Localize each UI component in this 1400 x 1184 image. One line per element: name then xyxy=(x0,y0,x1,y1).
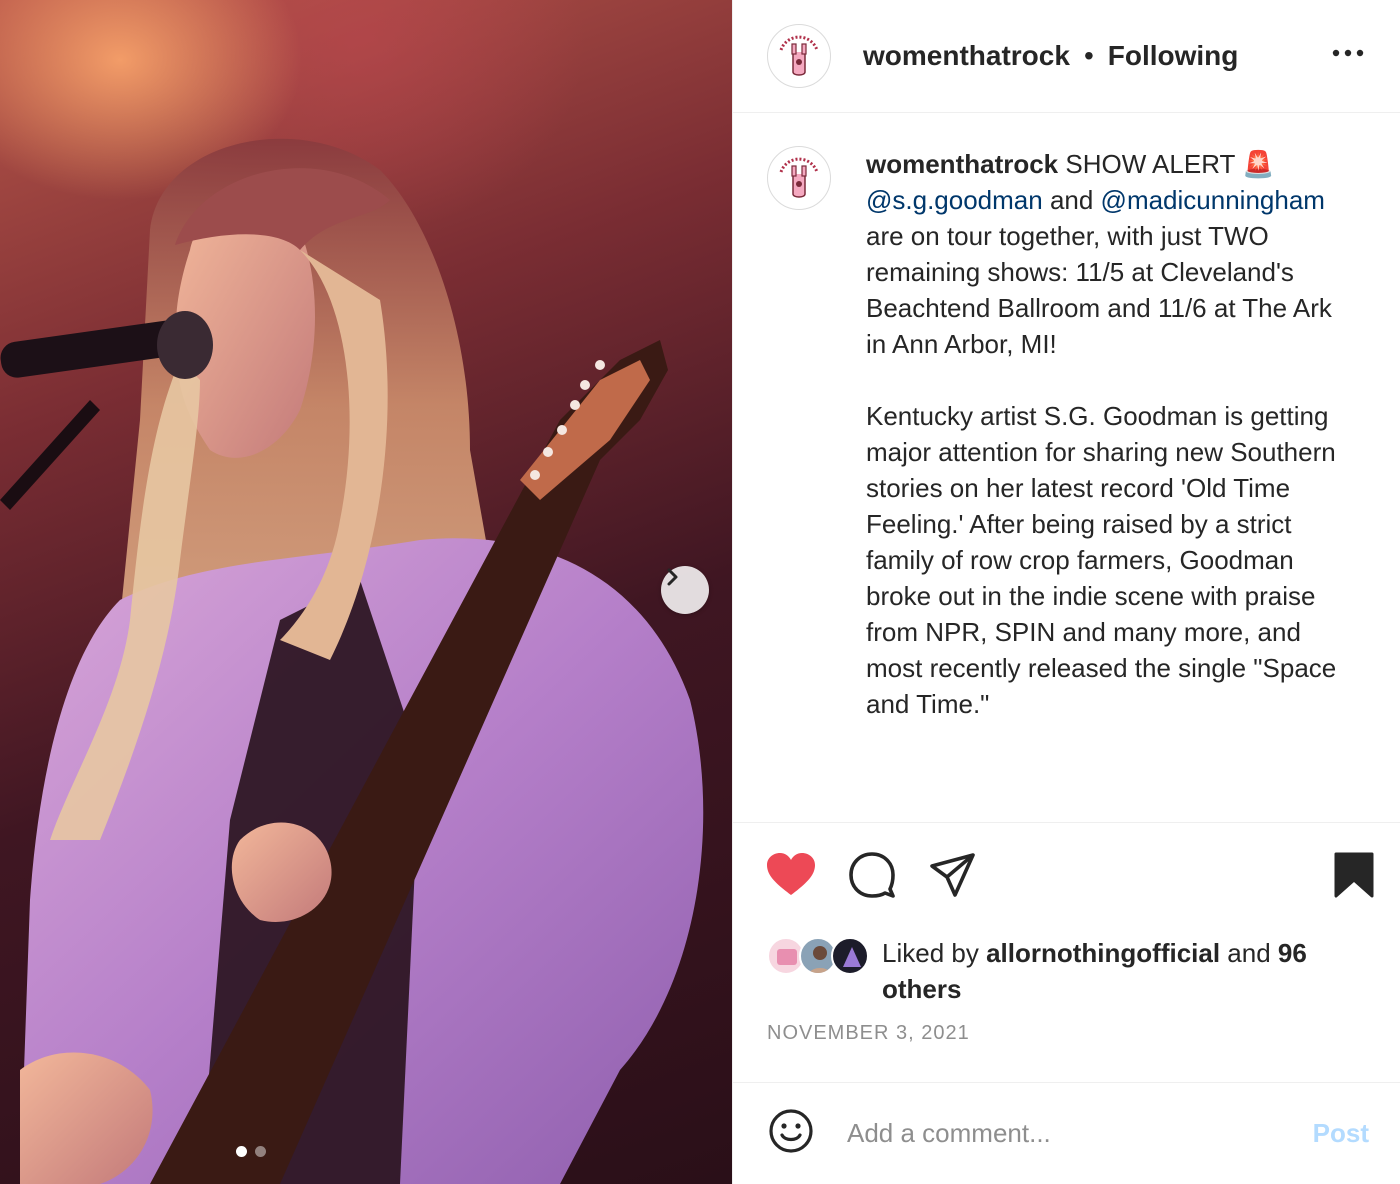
post-details-panel: womenthatrock • Following womenthatrock … xyxy=(732,0,1400,1184)
mention-sggoodman[interactable]: @s.g.goodman xyxy=(866,185,1043,215)
heart-filled-icon xyxy=(767,853,815,895)
comment-bar: Post xyxy=(733,1082,1400,1184)
likes-prefix: Liked by xyxy=(882,938,987,968)
emoji-button[interactable] xyxy=(767,1107,815,1160)
emoji-smiley-icon xyxy=(769,1109,813,1153)
save-button[interactable] xyxy=(1333,851,1375,904)
more-options-button[interactable] xyxy=(1328,40,1368,70)
caption-and: and xyxy=(1042,185,1101,215)
more-options-icon xyxy=(1332,49,1364,57)
following-button[interactable]: Following xyxy=(1108,40,1239,72)
bookmark-filled-icon xyxy=(1334,852,1374,898)
liker-avatars xyxy=(767,935,879,977)
like-button[interactable] xyxy=(765,851,817,904)
likes-summary: Liked by allornothingofficial and 96 oth… xyxy=(767,935,1342,1007)
author-username[interactable]: womenthatrock xyxy=(863,40,1070,72)
header-separator: • xyxy=(1083,40,1094,71)
caption-intro: SHOW ALERT 🚨 xyxy=(1058,149,1282,179)
likes-middle: and xyxy=(1220,938,1278,968)
singer-illustration xyxy=(0,138,704,1184)
caption-section: womenthatrock SHOW ALERT 🚨 @s.g.goodman … xyxy=(733,114,1400,822)
share-button[interactable] xyxy=(929,851,977,904)
comment-button[interactable] xyxy=(847,851,897,904)
carousel-indicator xyxy=(236,1146,266,1157)
womenthatrock-logo-icon xyxy=(772,29,826,83)
post-comment-button[interactable]: Post xyxy=(1313,1118,1369,1149)
mention-madicunningham[interactable]: @madicunningham xyxy=(1101,185,1325,215)
share-paper-plane-icon xyxy=(930,853,975,897)
avatar[interactable] xyxy=(831,937,869,975)
comment-input[interactable] xyxy=(847,1118,1287,1149)
carousel-next-button[interactable] xyxy=(661,566,709,614)
caption-body: are on tour together, with just TWO rema… xyxy=(866,221,1337,719)
carousel-dot-active xyxy=(236,1146,247,1157)
post-actions-section: Liked by allornothingofficial and 96 oth… xyxy=(733,822,1400,1082)
caption-author-avatar[interactable] xyxy=(767,146,831,210)
first-liker-link[interactable]: allornothingofficial xyxy=(986,938,1220,968)
post-photo[interactable] xyxy=(0,0,732,1184)
womenthatrock-logo-icon xyxy=(772,151,826,205)
caption-text: womenthatrock SHOW ALERT 🚨 @s.g.goodman … xyxy=(866,146,1346,722)
likes-text: Liked by allornothingofficial and 96 oth… xyxy=(882,935,1342,1007)
carousel-dot xyxy=(255,1146,266,1157)
author-avatar[interactable] xyxy=(767,24,831,88)
chevron-right-icon xyxy=(667,568,678,586)
post-date[interactable]: NOVEMBER 3, 2021 xyxy=(767,1022,970,1045)
caption-username[interactable]: womenthatrock xyxy=(866,149,1058,179)
post-header: womenthatrock • Following xyxy=(733,0,1400,113)
comment-icon xyxy=(849,852,895,898)
